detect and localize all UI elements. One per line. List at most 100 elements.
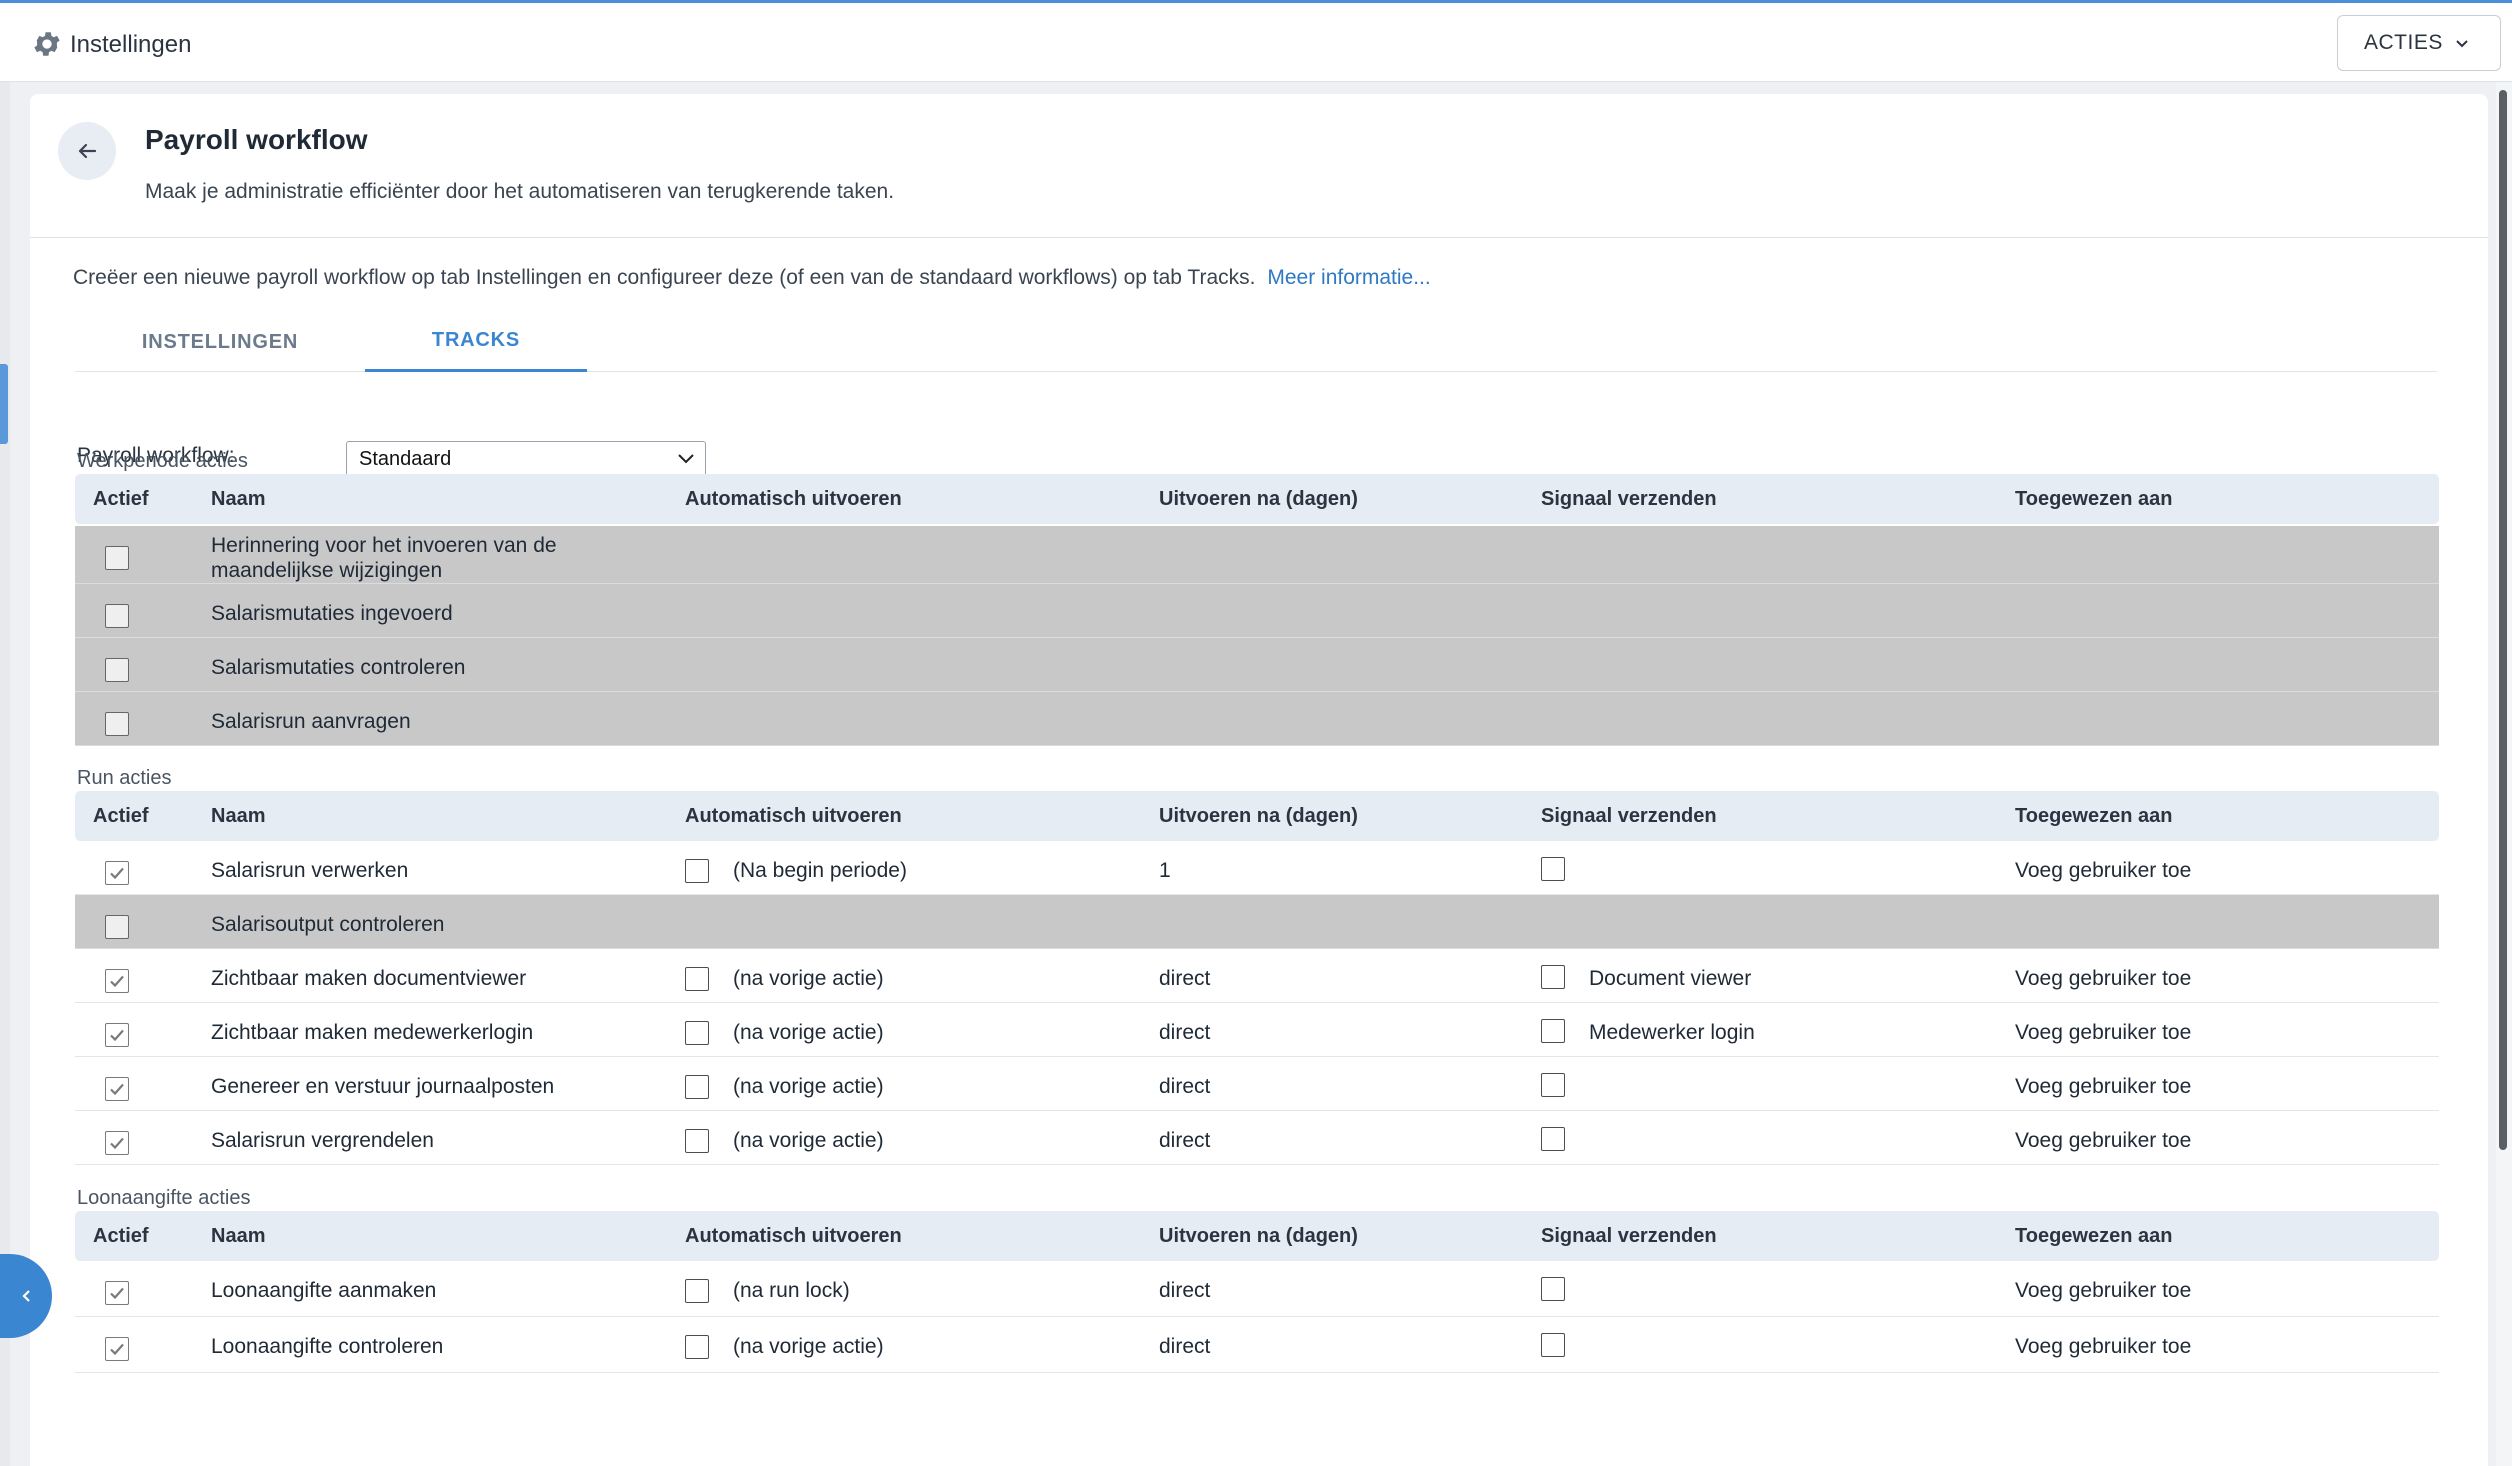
- tab-bar: INSTELLINGEN TRACKS: [75, 312, 2437, 372]
- chevron-left-icon: [22, 1290, 30, 1302]
- page-title: Payroll workflow: [145, 124, 368, 155]
- send-signal-checkbox[interactable]: [1541, 1127, 1565, 1151]
- workflow-select-value: Standaard: [359, 448, 452, 470]
- assign-user-link[interactable]: Voeg gebruiker toe: [2015, 1021, 2191, 1045]
- column-header: Uitvoeren na (dagen): [1159, 488, 1358, 510]
- auto-run-label: (na vorige actie): [733, 1075, 884, 1098]
- active-checkbox[interactable]: [105, 712, 129, 736]
- delay-days: direct: [1159, 967, 1211, 990]
- auto-run-label: (na vorige actie): [733, 967, 884, 990]
- assign-user-link[interactable]: Voeg gebruiker toe: [2015, 1335, 2191, 1359]
- scrollbar[interactable]: [2496, 82, 2512, 1466]
- active-checkbox[interactable]: [105, 658, 129, 682]
- column-header: Actief: [93, 1225, 149, 1247]
- table-row: Loonaangifte aanmaken (na run lock) direct…: [75, 1261, 2439, 1317]
- scrollbar-thumb[interactable]: [2499, 90, 2507, 1150]
- table-row: Herinnering voor het invoeren van de maan…: [75, 526, 2439, 584]
- info-text: Creëer een nieuwe payroll workflow op ta…: [73, 266, 1431, 290]
- tab-tracks[interactable]: TRACKS: [365, 312, 587, 372]
- column-header: Signaal verzenden: [1541, 805, 1717, 827]
- action-name: Zichtbaar maken medewerkerlogin: [211, 1021, 534, 1044]
- delay-days: direct: [1159, 1335, 1211, 1358]
- table-row: Salarisrun aanvragen: [75, 692, 2439, 746]
- more-info-link[interactable]: Meer informatie...: [1267, 266, 1430, 289]
- table-row: Salarismutaties controleren: [75, 638, 2439, 692]
- auto-run-checkbox[interactable]: [685, 1279, 709, 1303]
- column-header: Uitvoeren na (dagen): [1159, 805, 1358, 827]
- table-row: Salarisrun vergrendelen (na vorige actie)…: [75, 1111, 2439, 1165]
- action-name: Salarismutaties controleren: [211, 656, 466, 679]
- actions-button[interactable]: ACTIES: [2337, 15, 2501, 71]
- table-header: Actief Naam Automatisch uitvoeren Uitvoeren…: [75, 474, 2439, 524]
- table-row: Loonaangifte controleren (na vorige actie…: [75, 1317, 2439, 1373]
- column-header: Actief: [93, 805, 149, 827]
- active-checkbox[interactable]: [105, 861, 129, 885]
- column-header: Toegewezen aan: [2015, 488, 2173, 510]
- send-signal-checkbox[interactable]: [1541, 1333, 1565, 1357]
- active-checkbox[interactable]: [105, 1131, 129, 1155]
- section-title: Loonaangifte acties: [77, 1187, 251, 1209]
- auto-run-checkbox[interactable]: [685, 1335, 709, 1359]
- active-checkbox[interactable]: [105, 1281, 129, 1305]
- assign-user-link[interactable]: Voeg gebruiker toe: [2015, 859, 2191, 883]
- table-row: Zichtbaar maken documentviewer (na vorige…: [75, 949, 2439, 1003]
- auto-run-label: (na vorige actie): [733, 1021, 884, 1044]
- chevron-down-icon: [2456, 40, 2468, 48]
- info-description: Creëer een nieuwe payroll workflow op ta…: [73, 266, 1256, 289]
- column-header: Naam: [211, 805, 266, 827]
- column-header: Actief: [93, 488, 149, 510]
- table-row: Genereer en verstuur journaalposten (na v…: [75, 1057, 2439, 1111]
- delay-days: 1: [1159, 859, 1171, 882]
- active-checkbox[interactable]: [105, 1337, 129, 1361]
- table-header: Actief Naam Automatisch uitvoeren Uitvoeren…: [75, 1211, 2439, 1261]
- section-title: Werkperiode acties: [77, 450, 248, 472]
- column-header: Toegewezen aan: [2015, 805, 2173, 827]
- send-signal-checkbox[interactable]: [1541, 1019, 1565, 1043]
- assign-user-link[interactable]: Voeg gebruiker toe: [2015, 1075, 2191, 1099]
- action-name: Herinnering voor het invoeren van de: [211, 534, 557, 557]
- gear-icon: [34, 32, 60, 56]
- app-title: Instellingen: [70, 31, 192, 58]
- action-name: Salarisrun verwerken: [211, 859, 409, 882]
- table-row: Salarisoutput controleren: [75, 895, 2439, 949]
- signal-label: Document viewer: [1589, 967, 1752, 990]
- active-checkbox[interactable]: [105, 969, 129, 993]
- main-panel: Payroll workflow Maak je administratie e…: [30, 94, 2488, 1466]
- active-checkbox[interactable]: [105, 1023, 129, 1047]
- column-header: Signaal verzenden: [1541, 488, 1717, 510]
- active-checkbox[interactable]: [105, 915, 129, 939]
- active-checkbox[interactable]: [105, 546, 129, 570]
- assign-user-link[interactable]: Voeg gebruiker toe: [2015, 1279, 2191, 1303]
- send-signal-checkbox[interactable]: [1541, 857, 1565, 881]
- assign-user-link[interactable]: Voeg gebruiker toe: [2015, 1129, 2191, 1153]
- column-header: Naam: [211, 488, 266, 510]
- column-header: Automatisch uitvoeren: [685, 805, 902, 827]
- delay-days: direct: [1159, 1075, 1211, 1098]
- action-name: Genereer en verstuur journaalposten: [211, 1075, 555, 1098]
- active-checkbox[interactable]: [105, 604, 129, 628]
- send-signal-checkbox[interactable]: [1541, 1073, 1565, 1097]
- auto-run-checkbox[interactable]: [685, 1129, 709, 1153]
- auto-run-checkbox[interactable]: [685, 967, 709, 991]
- back-button[interactable]: [58, 122, 116, 180]
- active-checkbox[interactable]: [105, 1077, 129, 1101]
- send-signal-checkbox[interactable]: [1541, 1277, 1565, 1301]
- table-header: Actief Naam Automatisch uitvoeren Uitvoeren…: [75, 791, 2439, 841]
- column-header: Automatisch uitvoeren: [685, 488, 902, 510]
- column-header: Automatisch uitvoeren: [685, 1225, 902, 1247]
- action-name: Zichtbaar maken documentviewer: [211, 967, 527, 990]
- table-row: Zichtbaar maken medewerkerlogin (na vorig…: [75, 1003, 2439, 1057]
- workflow-select[interactable]: Standaard: [346, 441, 706, 477]
- auto-run-label: (na vorige actie): [733, 1129, 884, 1152]
- column-header: Naam: [211, 1225, 266, 1247]
- auto-run-label: (na vorige actie): [733, 1335, 884, 1358]
- auto-run-label: (na run lock): [733, 1279, 850, 1302]
- send-signal-checkbox[interactable]: [1541, 965, 1565, 989]
- table-row: Salarisrun verwerken (Na begin periode) 1 V…: [75, 841, 2439, 895]
- column-header: Toegewezen aan: [2015, 1225, 2173, 1247]
- auto-run-checkbox[interactable]: [685, 859, 709, 883]
- auto-run-checkbox[interactable]: [685, 1021, 709, 1045]
- assign-user-link[interactable]: Voeg gebruiker toe: [2015, 967, 2191, 991]
- auto-run-checkbox[interactable]: [685, 1075, 709, 1099]
- tab-instellingen[interactable]: INSTELLINGEN: [75, 312, 365, 372]
